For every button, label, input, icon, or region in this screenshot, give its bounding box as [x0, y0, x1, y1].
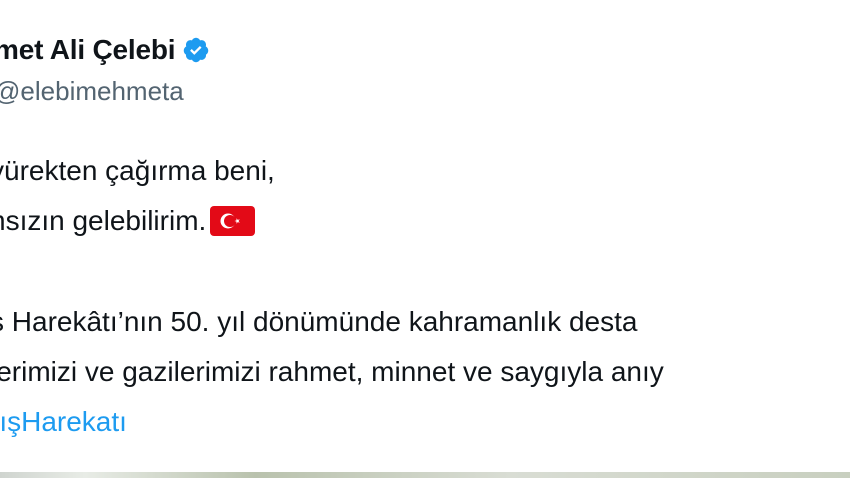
tweet-text-line: yürekten çağırma beni,: [0, 155, 275, 186]
verified-badge-icon[interactable]: [182, 36, 210, 64]
author-handle-text: elebimehmeta: [20, 76, 184, 106]
tweet-text-line: nsızın gelebilirim.: [0, 205, 207, 236]
tweet-text-line: lerimizi ve gazilerimizi rahmet, minnet …: [0, 356, 664, 387]
author-row: met Ali Çelebi: [0, 30, 210, 70]
media-preview-edge: [0, 472, 850, 478]
tweet-text-line: ş Harekâtı’nın 50. yıl dönümünde kahrama…: [0, 306, 638, 337]
author-handle[interactable]: @elebimehmeta: [0, 76, 184, 107]
hashtag-link[interactable]: rışHarekatı: [0, 406, 127, 438]
turkey-flag-icon: [210, 206, 256, 236]
author-display-name[interactable]: met Ali Çelebi: [0, 34, 176, 66]
tweet-card: met Ali Çelebi @elebimehmeta yürekten ça…: [0, 0, 850, 478]
tweet-text-line-with-flag: nsızın gelebilirim.: [0, 205, 256, 237]
